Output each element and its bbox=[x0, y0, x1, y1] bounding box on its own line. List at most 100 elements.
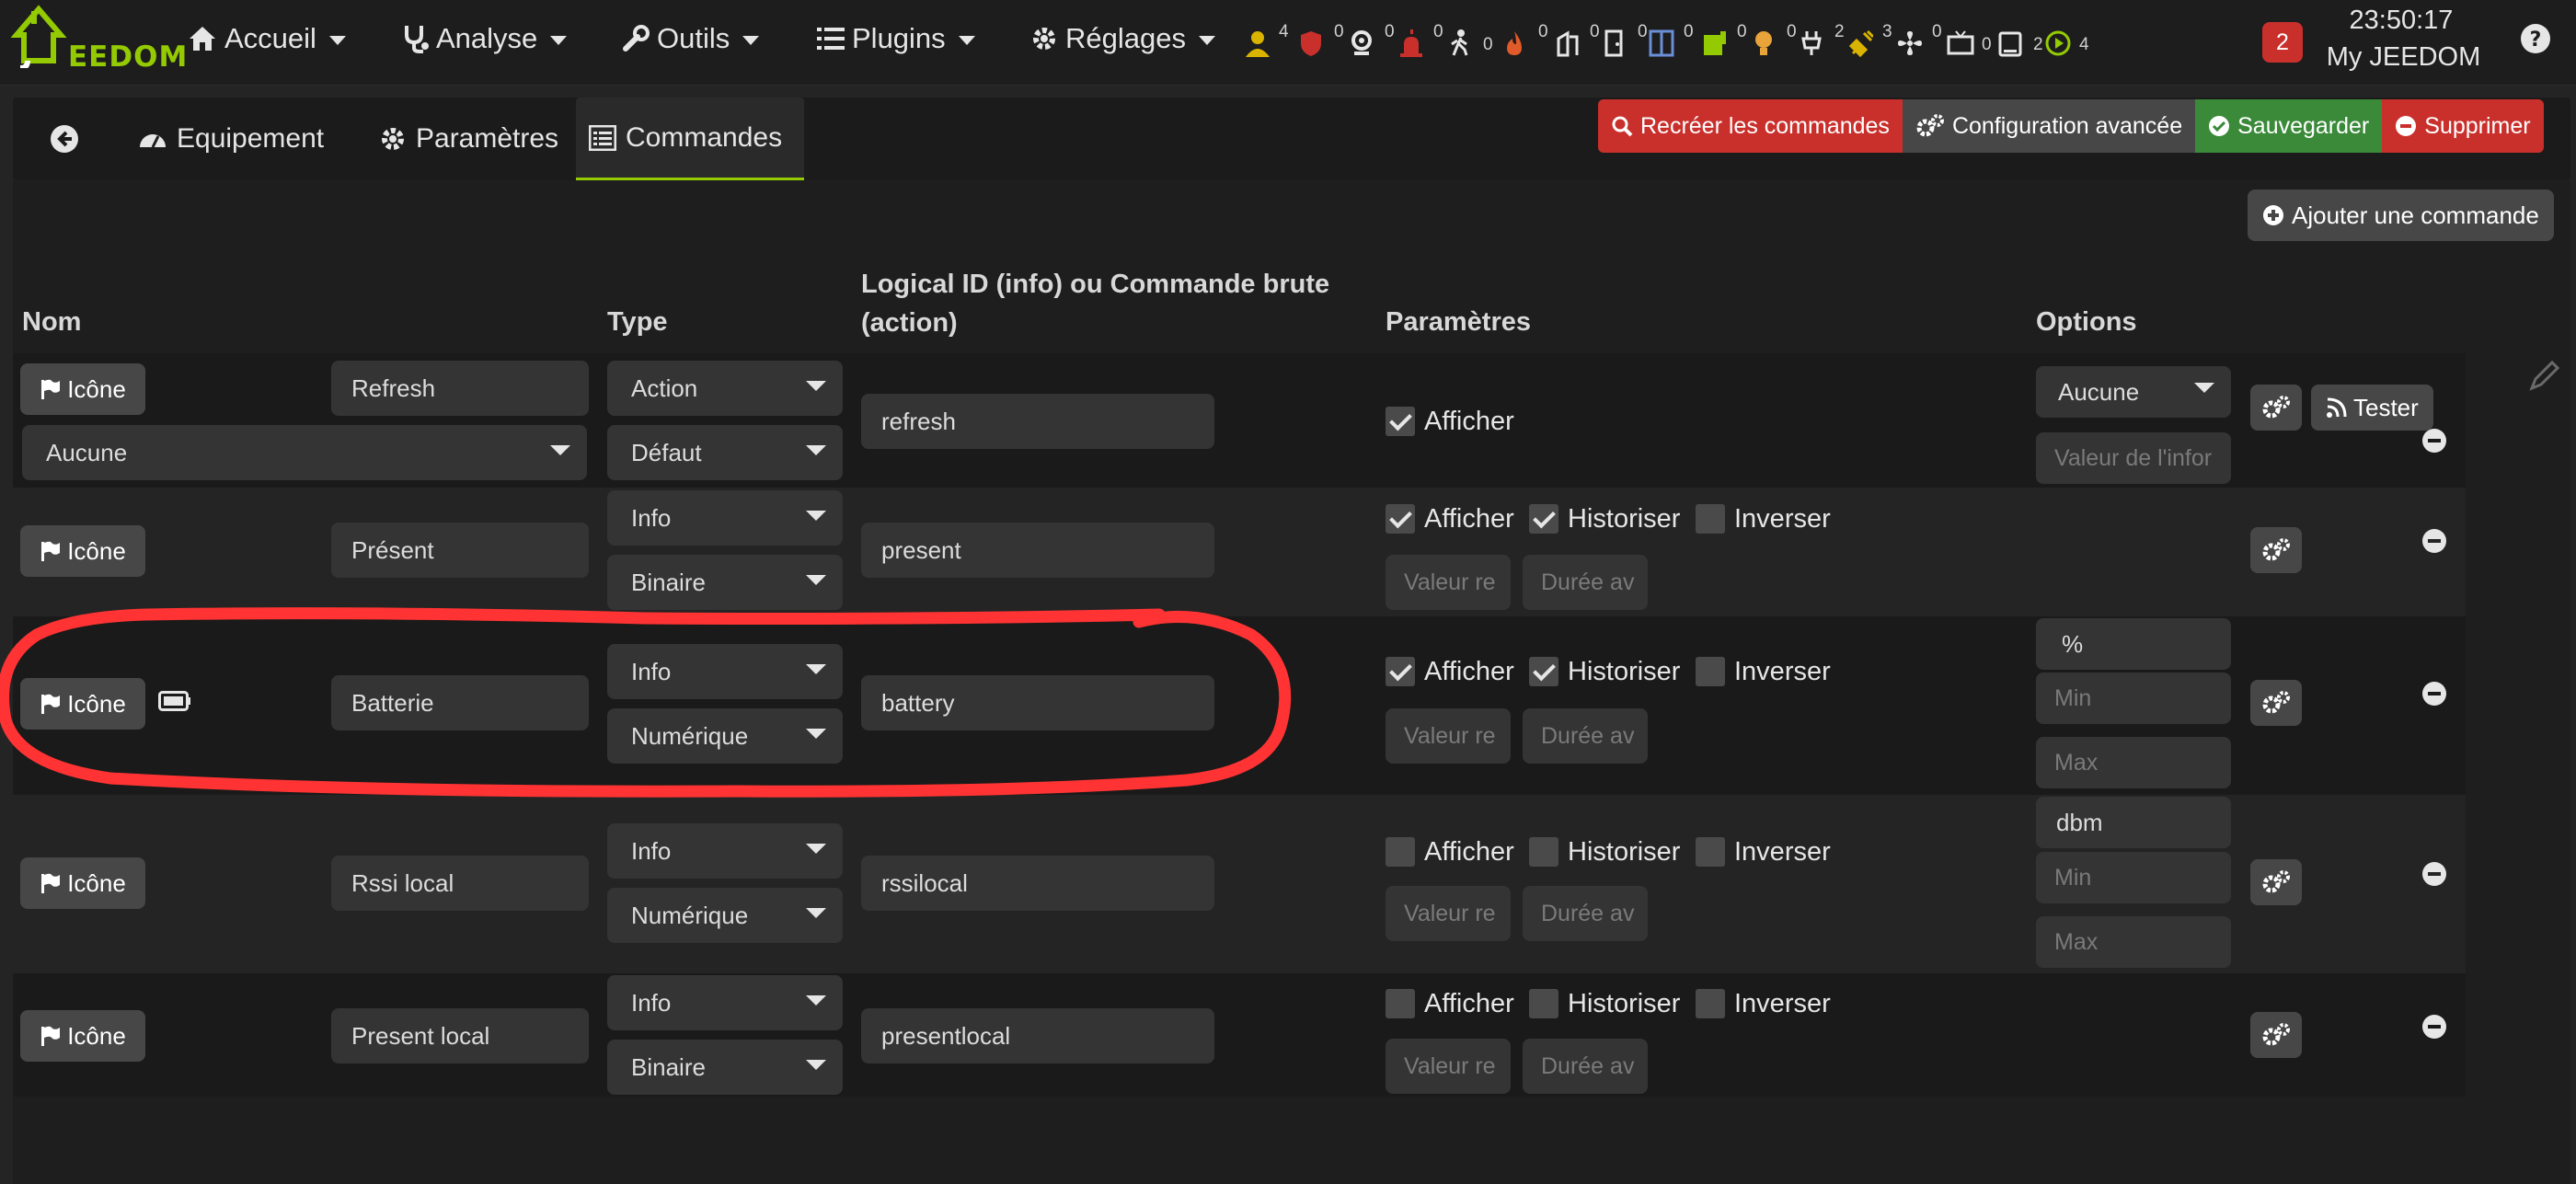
add-command-button[interactable]: Ajouter une commande bbox=[2248, 190, 2554, 241]
save-button[interactable]: Sauvegarder bbox=[2195, 99, 2383, 153]
repeat-value-input[interactable]: Valeur re bbox=[1386, 555, 1511, 610]
inverser-checkbox[interactable]: Inverser bbox=[1696, 500, 1831, 537]
duration-input[interactable]: Durée av bbox=[1523, 555, 1648, 610]
tab-commandes[interactable]: Commandes bbox=[576, 98, 804, 180]
command-name-input[interactable]: Present local bbox=[331, 1008, 589, 1063]
max-input[interactable]: Max bbox=[2036, 737, 2231, 788]
recreate-commands-button[interactable]: Recréer les commandes bbox=[1598, 99, 1903, 153]
back-button[interactable] bbox=[37, 98, 101, 180]
inverser-checkbox[interactable]: Inverser bbox=[1696, 833, 1831, 870]
icon-picker-button[interactable]: Icône bbox=[20, 857, 145, 909]
menu-plugins[interactable]: Plugins bbox=[817, 20, 975, 57]
advanced-config-button[interactable]: Configuration avancée bbox=[1902, 99, 2196, 153]
remove-command-icon[interactable] bbox=[2421, 1014, 2447, 1040]
command-config-button[interactable] bbox=[2250, 385, 2302, 431]
pencil-icon[interactable] bbox=[2528, 359, 2561, 392]
afficher-checkbox[interactable]: Afficher bbox=[1386, 403, 1514, 440]
summary-motion[interactable]: 0 bbox=[1448, 22, 1494, 59]
afficher-checkbox[interactable]: Afficher bbox=[1386, 985, 1514, 1022]
unit-input[interactable]: dbm bbox=[2036, 797, 2231, 848]
subtype-select[interactable]: Défaut bbox=[607, 425, 843, 480]
logical-id-input[interactable]: present bbox=[861, 523, 1214, 578]
historiser-checkbox[interactable]: Historiser bbox=[1529, 833, 1680, 870]
historiser-checkbox[interactable]: Historiser bbox=[1529, 500, 1680, 537]
type-select[interactable]: Info bbox=[607, 490, 843, 546]
afficher-checkbox[interactable]: Afficher bbox=[1386, 500, 1514, 537]
command-config-button[interactable] bbox=[2250, 859, 2302, 905]
summary-door[interactable]: 0 bbox=[1603, 22, 1649, 59]
logical-id-input[interactable]: rssilocal bbox=[861, 856, 1214, 911]
afficher-checkbox[interactable]: Afficher bbox=[1386, 833, 1514, 870]
icon-picker-button[interactable]: Icône bbox=[20, 1010, 145, 1062]
summary-door-open[interactable]: 0 bbox=[1555, 22, 1601, 59]
command-name-input[interactable]: Batterie bbox=[331, 675, 589, 730]
historiser-checkbox[interactable]: Historiser bbox=[1529, 653, 1680, 690]
icon-picker-button[interactable]: Icône bbox=[20, 363, 145, 415]
summary-power[interactable]: 3 bbox=[1847, 22, 1893, 59]
logical-id-input[interactable]: battery bbox=[861, 675, 1214, 730]
type-select[interactable]: Info bbox=[607, 644, 843, 699]
subtype-select[interactable]: Binaire bbox=[607, 1040, 843, 1095]
repeat-value-input[interactable]: Valeur re bbox=[1386, 708, 1511, 764]
command-config-button[interactable] bbox=[2250, 527, 2302, 573]
menu-accueil[interactable]: Accueil bbox=[188, 20, 346, 57]
afficher-checkbox[interactable]: Afficher bbox=[1386, 653, 1514, 690]
inverser-checkbox[interactable]: Inverser bbox=[1696, 985, 1831, 1022]
historiser-checkbox[interactable]: Historiser bbox=[1529, 985, 1680, 1022]
min-input[interactable]: Min bbox=[2036, 672, 2231, 724]
icon-picker-button[interactable]: Icône bbox=[20, 678, 145, 730]
delete-button[interactable]: Supprimer bbox=[2382, 99, 2544, 153]
remove-command-icon[interactable] bbox=[2421, 528, 2447, 554]
subtype-select[interactable]: Numérique bbox=[607, 888, 843, 943]
test-command-button[interactable]: Tester bbox=[2311, 385, 2433, 431]
summary-window[interactable]: 0 bbox=[1649, 22, 1695, 59]
menu-analyse[interactable]: Analyse bbox=[403, 20, 568, 57]
summary-fan[interactable]: 0 bbox=[1897, 22, 1943, 59]
summary-camera[interactable]: 0 bbox=[1350, 22, 1396, 59]
linked-command-select[interactable]: Aucune bbox=[22, 425, 587, 480]
jeedom-logo[interactable]: EEDOM bbox=[9, 4, 187, 77]
logical-id-input[interactable]: presentlocal bbox=[861, 1008, 1214, 1063]
command-name-input[interactable]: Présent bbox=[331, 523, 589, 578]
summary-tv[interactable]: 0 bbox=[1947, 22, 1993, 59]
inverser-checkbox[interactable]: Inverser bbox=[1696, 653, 1831, 690]
repeat-value-input[interactable]: Valeur re bbox=[1386, 886, 1511, 941]
type-select[interactable]: Info bbox=[607, 823, 843, 879]
command-config-button[interactable] bbox=[2250, 680, 2302, 726]
command-name-input[interactable]: Rssi local bbox=[331, 856, 589, 911]
remove-command-icon[interactable] bbox=[2421, 681, 2447, 707]
subtype-select[interactable]: Numérique bbox=[607, 708, 843, 764]
summary-light[interactable]: 0 bbox=[1752, 22, 1798, 59]
summary-shutter[interactable]: 0 bbox=[1702, 22, 1748, 59]
summary-outlet[interactable]: 2 bbox=[1800, 22, 1846, 59]
duration-input[interactable]: Durée av bbox=[1523, 1039, 1648, 1094]
command-config-button[interactable] bbox=[2250, 1012, 2302, 1058]
min-input[interactable]: Min bbox=[2036, 852, 2231, 903]
menu-reglages[interactable]: Réglages bbox=[1030, 20, 1215, 57]
tab-parametres[interactable]: Paramètres bbox=[366, 98, 571, 180]
action-option-select[interactable]: Aucune bbox=[2036, 366, 2231, 418]
summary-alarm[interactable]: 0 bbox=[1299, 22, 1345, 59]
menu-outils[interactable]: Outils bbox=[622, 20, 760, 57]
icon-picker-button[interactable]: Icône bbox=[20, 525, 145, 577]
summary-play[interactable]: 4 bbox=[2044, 22, 2090, 59]
remove-command-icon[interactable] bbox=[2421, 861, 2447, 887]
summary-smoke[interactable]: 0 bbox=[1503, 22, 1549, 59]
summary-presence[interactable]: 4 bbox=[1244, 22, 1290, 59]
logical-id-input[interactable]: refresh bbox=[861, 394, 1214, 449]
question-circle-icon[interactable]: ? bbox=[2519, 22, 2552, 55]
info-value-input[interactable]: Valeur de l'infor bbox=[2036, 432, 2231, 484]
duration-input[interactable]: Durée av bbox=[1523, 886, 1648, 941]
command-name-input[interactable]: Refresh bbox=[331, 361, 589, 416]
jeedom-name[interactable]: My JEEDOM bbox=[2318, 42, 2489, 73]
max-input[interactable]: Max bbox=[2036, 916, 2231, 968]
summary-tablet[interactable]: 2 bbox=[1998, 22, 2044, 59]
summary-siren[interactable]: 0 bbox=[1398, 22, 1444, 59]
type-select[interactable]: Info bbox=[607, 975, 843, 1030]
duration-input[interactable]: Durée av bbox=[1523, 708, 1648, 764]
tab-equipement[interactable]: Equipement bbox=[125, 98, 337, 180]
remove-command-icon[interactable] bbox=[2421, 428, 2447, 454]
messages-badge[interactable]: 2 bbox=[2262, 22, 2303, 63]
unit-input[interactable]: % bbox=[2036, 618, 2231, 670]
type-select[interactable]: Action bbox=[607, 361, 843, 416]
